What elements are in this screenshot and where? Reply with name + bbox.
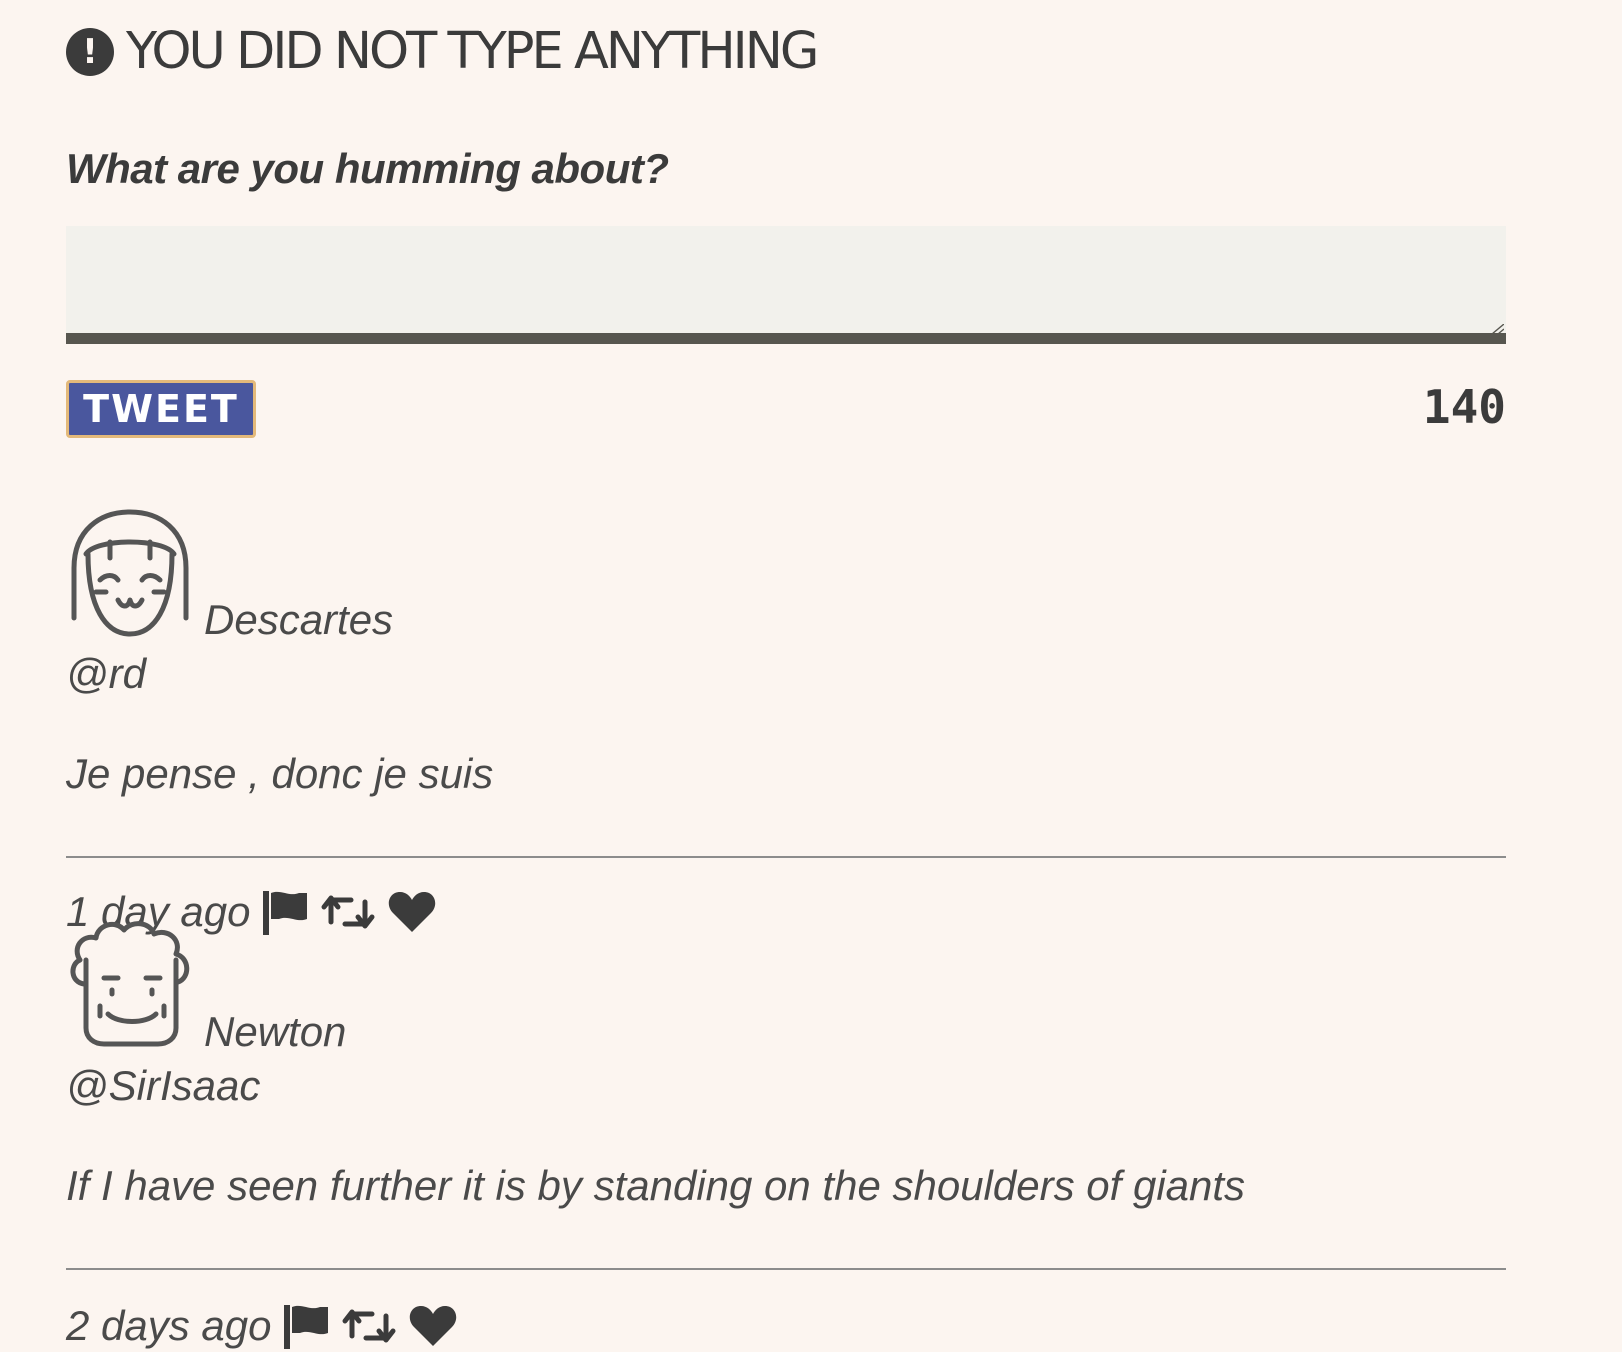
tweet-timestamp: 2 days ago <box>66 1302 272 1349</box>
tweet-author-handle[interactable]: @SirIsaac <box>66 1062 260 1110</box>
tweet-button[interactable]: TWEET <box>66 380 256 438</box>
character-counter: 140 <box>1422 380 1506 434</box>
retweet-icon[interactable] <box>342 1306 396 1346</box>
flag-icon[interactable] <box>261 889 309 935</box>
compose-label: What are you humming about? <box>66 145 669 192</box>
error-text: YOU DID NOT TYPE ANYTHING <box>126 22 819 81</box>
tweet-author-name[interactable]: Descartes <box>204 596 393 644</box>
resize-handle-icon[interactable] <box>1490 324 1504 334</box>
compose-input[interactable] <box>66 226 1506 344</box>
tweet-text: Je pense , donc je suis <box>66 750 494 797</box>
tweet-text: If I have seen further it is by standing… <box>66 1162 1246 1209</box>
tweet-author-handle[interactable]: @rd <box>66 650 146 698</box>
tweet-divider <box>66 1268 1506 1270</box>
exclamation-circle-icon: ! <box>66 28 114 76</box>
heart-icon[interactable] <box>387 890 437 934</box>
error-message: ! YOU DID NOT TYPE ANYTHING <box>66 22 819 82</box>
heart-icon[interactable] <box>408 1304 458 1348</box>
tweet-author-name[interactable]: Newton <box>204 1008 346 1056</box>
tweet-meta: 2 days ago <box>66 1300 470 1352</box>
curly-hair-avatar-icon <box>70 921 190 1047</box>
girl-avatar-icon <box>71 509 189 637</box>
tweet-divider <box>66 856 1506 858</box>
flag-icon[interactable] <box>282 1303 330 1349</box>
retweet-icon[interactable] <box>321 892 375 932</box>
